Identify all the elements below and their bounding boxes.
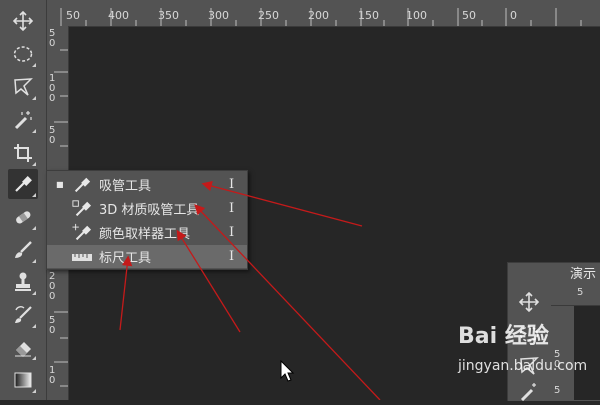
menu-item-shortcut: I [229,201,235,216]
crop-icon [14,144,32,162]
menu-item-shortcut: I [229,249,235,264]
tools-panel [0,0,47,400]
3d-material-eyedropper-icon [71,199,93,219]
magic-wand-icon [14,111,32,130]
eyedropper-tool[interactable] [8,169,38,199]
history-brush-icon [15,306,32,323]
tool-group-indicator [32,389,36,393]
tool-group-indicator [32,96,36,100]
eraser-icon [15,342,31,357]
color-sampler-icon [71,223,93,243]
mouse-cursor-icon [280,360,295,382]
tool-group-indicator [32,193,36,197]
crop-tool[interactable] [8,138,38,168]
menu-item-label: 标尺工具 [99,251,152,266]
ruler-icon [71,247,93,267]
move-tool[interactable] [518,291,540,317]
brush-icon [15,241,32,258]
tool-group-indicator [32,324,36,328]
tool-group-indicator [32,291,36,295]
baidu-jingyan-watermark: Bai 经验 jingyan.baidu.com [446,318,596,398]
panel-tab-label[interactable]: 演示 [570,263,596,282]
bandage-icon [16,211,31,224]
ruler-ticks [60,8,582,26]
menu-item-color-sampler[interactable]: 颜色取样器工具 I [47,221,247,244]
lasso-tool[interactable] [8,72,38,102]
menu-item-eyedropper[interactable]: ■ 吸管工具 I [47,173,247,196]
marquee-tool[interactable] [8,39,38,69]
gradient-tool[interactable] [8,365,38,395]
eyedropper-icon [15,176,32,192]
tool-group-indicator [32,259,36,263]
history-brush-tool[interactable] [8,300,38,330]
clone-stamp-tool[interactable] [8,267,38,297]
eyedropper-flyout-menu: ■ 吸管工具 I 3D 材质吸管工具 I 颜色取样器工具 I 标尺工具 I [46,170,248,270]
tool-group-indicator [32,356,36,360]
tool-group-indicator [32,226,36,230]
watermark-title: Bai 经验 [458,324,549,349]
stamp-icon [15,272,31,291]
move-icon [518,291,540,313]
polygonal-lasso-icon [14,78,33,96]
menu-item-label: 3D 材质吸管工具 [99,203,200,218]
horizontal-ruler: 50 400 350 300 250 200 150 100 50 0 [46,0,600,27]
magic-wand-tool[interactable] [8,105,38,135]
menu-item-shortcut: I [229,177,235,192]
selected-bullet: ■ [56,180,64,189]
watermark-url: jingyan.baidu.com [458,358,588,374]
tool-group-indicator [32,162,36,166]
menu-item-ruler[interactable]: 标尺工具 I [47,245,247,268]
tool-group-indicator [32,63,36,67]
menu-item-shortcut: I [229,225,235,240]
tool-group-indicator [32,129,36,133]
healing-brush-tool[interactable] [8,202,38,232]
menu-item-label: 吸管工具 [99,179,152,194]
ellipse-marquee-icon [13,46,33,62]
menu-item-3d-material-eyedropper[interactable]: 3D 材质吸管工具 I [47,197,247,220]
brush-tool[interactable] [8,235,38,265]
gradient-icon [14,372,32,388]
move-icon [12,10,34,32]
menu-item-label: 颜色取样器工具 [99,227,191,242]
move-tool[interactable] [8,6,38,36]
eraser-tool[interactable] [8,332,38,362]
ruler-label: 5 [577,287,584,298]
eyedropper-icon [71,175,93,195]
secondary-horizontal-ruler: 5 [551,283,600,306]
